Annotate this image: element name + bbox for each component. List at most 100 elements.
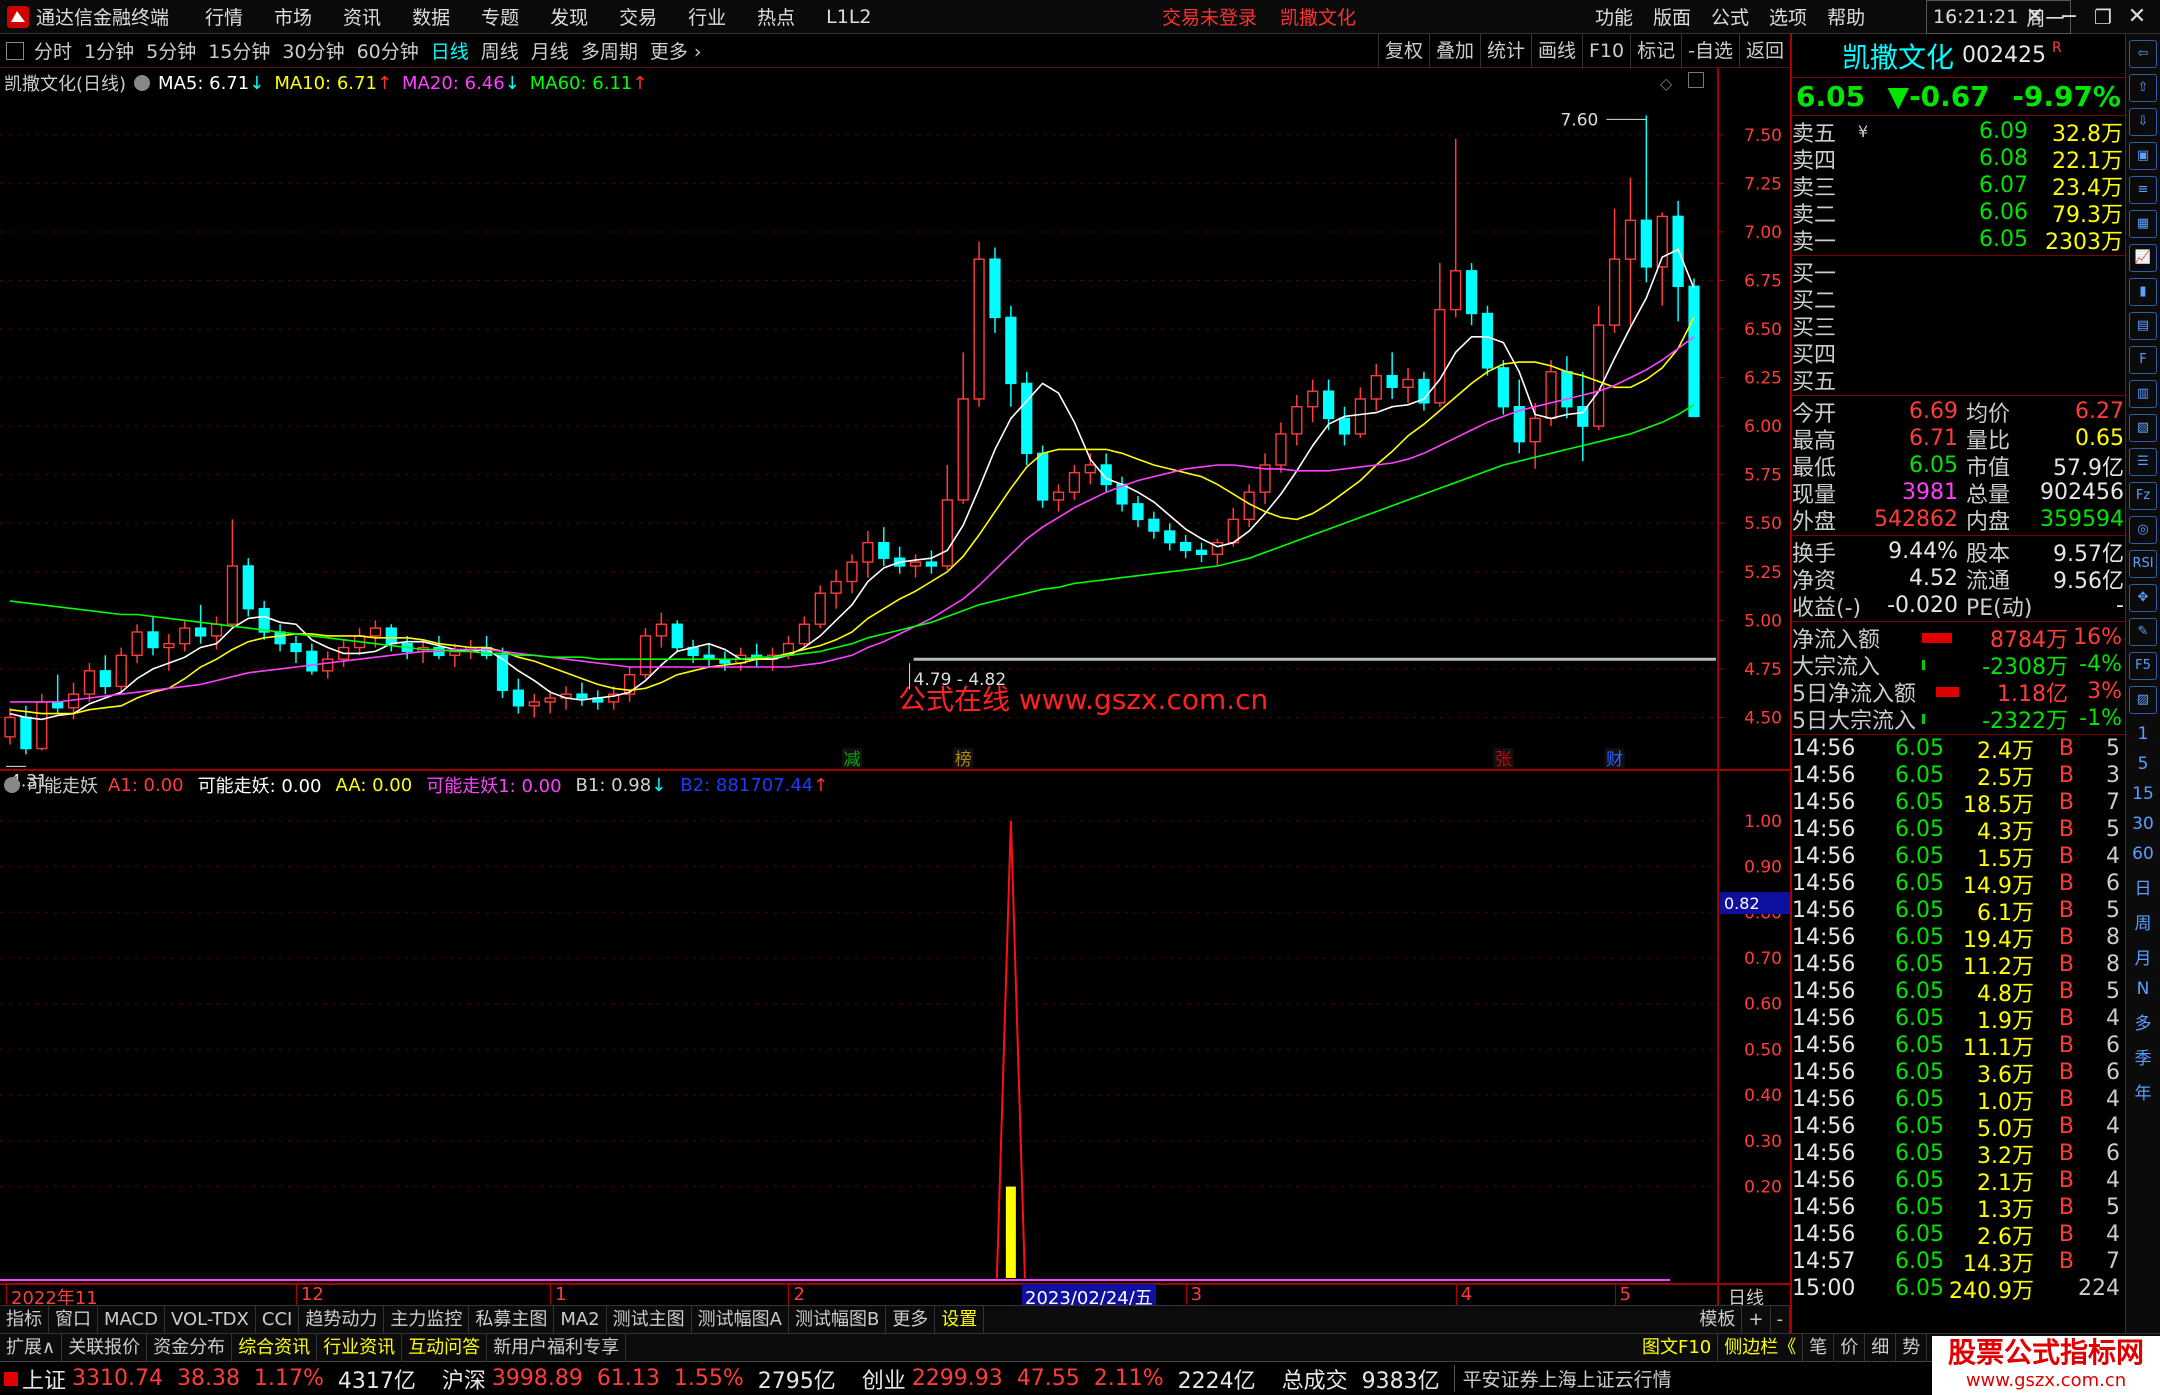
menu-item[interactable]: 专题 [481, 3, 519, 30]
menu-item[interactable]: 选项 [1769, 3, 1807, 30]
trade-status[interactable]: 交易未登录 [1162, 3, 1257, 30]
bid-row[interactable]: 买三 [1792, 312, 2125, 341]
period-tab[interactable]: 周线 [481, 37, 519, 64]
chart-tool-button[interactable]: 返回 [1738, 34, 1790, 68]
extension-right-item[interactable]: 侧边栏《 [1718, 1334, 1804, 1362]
period-tab[interactable]: 日线 [431, 37, 469, 64]
extension-right-item[interactable]: 细 [1865, 1334, 1897, 1362]
side-period[interactable]: 1 [2126, 724, 2160, 744]
indicator-tab[interactable]: 窗口 [49, 1305, 98, 1334]
menu-item[interactable]: 版面 [1653, 3, 1691, 30]
menu-item[interactable]: 行情 [205, 3, 243, 30]
menu-item[interactable]: 交易 [619, 3, 657, 30]
chart-tool-button[interactable]: 叠加 [1428, 34, 1480, 68]
period-tab[interactable]: 30分钟 [282, 37, 344, 64]
rsi-icon[interactable]: RSI [2129, 550, 2157, 578]
settings-dot-icon[interactable] [134, 75, 151, 91]
extension-item[interactable]: 扩展∧ [0, 1333, 63, 1362]
period-tab[interactable]: 60分钟 [357, 37, 419, 64]
tab-bar-button[interactable]: - [1771, 1306, 1790, 1334]
menu-item[interactable]: 数据 [412, 3, 450, 30]
extension-right-item[interactable]: 势 [1896, 1334, 1928, 1362]
side-period[interactable]: 30 [2126, 814, 2160, 834]
bar-chart-icon[interactable]: ▮ [2129, 278, 2157, 306]
menu-item[interactable]: 公式 [1711, 3, 1749, 30]
chart-icon[interactable]: Fz [2129, 482, 2157, 510]
indicator-tab[interactable]: VOL-TDX [165, 1305, 256, 1334]
extension-item[interactable]: 资金分布 [147, 1333, 233, 1362]
period-tab[interactable]: 分时 [34, 37, 72, 64]
indicator-tab[interactable]: MACD [98, 1305, 165, 1334]
side-period[interactable]: 日 [2126, 874, 2160, 899]
ask-row[interactable]: 卖二 6.06 79.3万 [1792, 199, 2125, 228]
menu-item[interactable]: 市场 [274, 3, 312, 30]
expand-icon[interactable] [1688, 72, 1704, 88]
chart-tool-button[interactable]: 统计 [1479, 34, 1531, 68]
period-tab[interactable]: 多周期 [581, 37, 638, 64]
indicator-tab[interactable]: CCI [256, 1305, 300, 1334]
side-period[interactable]: 年 [2126, 1079, 2160, 1104]
extension-item[interactable]: 行业资讯 [317, 1333, 403, 1362]
period-tab[interactable]: 15分钟 [208, 37, 270, 64]
chart-canvas[interactable]: 7.50 7.25 7.00 6.75 6.50 6.25 6.00 5.75 5.50 5.25… [0, 68, 1790, 1305]
pen-icon[interactable]: ✎ [2129, 618, 2157, 646]
f10-icon[interactable]: F [2129, 346, 2157, 374]
money-icon[interactable]: ◎ [2129, 516, 2157, 544]
extension-item[interactable]: 关联报价 [62, 1333, 148, 1362]
extension-right-item[interactable]: 价 [1834, 1334, 1866, 1362]
arrow-left-icon[interactable]: ⇦ [2129, 40, 2157, 68]
chart-tool-button[interactable]: F10 [1582, 34, 1630, 68]
copy-icon[interactable]: ▣ [2129, 142, 2157, 170]
chart-tool-button[interactable]: 复权 [1377, 34, 1429, 68]
period-tab[interactable]: 更多 › [650, 37, 702, 64]
chart-tool-button[interactable]: -自选 [1681, 34, 1739, 68]
indicator-tab[interactable]: MA2 [554, 1305, 607, 1334]
indicator-tab[interactable]: 测试主图 [607, 1305, 692, 1334]
menu-item[interactable]: 资讯 [343, 3, 381, 30]
menu-item[interactable]: 功能 [1595, 3, 1633, 30]
ask-row[interactable]: 卖四 6.08 22.1万 [1792, 145, 2125, 174]
ask-row[interactable]: 卖一 6.05 2303万 [1792, 226, 2125, 255]
ask-row[interactable]: 卖三 6.07 23.4万 [1792, 172, 2125, 201]
index-item[interactable]: 沪深 3998.89 61.13 1.55% 2795亿 [442, 1363, 862, 1395]
arrow-down-icon[interactable]: ⇩ [2129, 108, 2157, 136]
period-tab[interactable]: 5分钟 [146, 37, 196, 64]
news-icon[interactable]: ▤ [2129, 312, 2157, 340]
tab-bar-button[interactable]: 模板 [1693, 1306, 1743, 1334]
diamond-icon[interactable]: ◇ [1660, 74, 1672, 93]
side-period[interactable]: 月 [2126, 944, 2160, 969]
indicator-settings-icon[interactable] [4, 777, 20, 793]
side-period[interactable]: 15 [2126, 784, 2160, 804]
indicator-tab[interactable]: 私募主图 [469, 1305, 555, 1334]
move-icon[interactable]: ✥ [2129, 584, 2157, 612]
extension-item[interactable]: 新用户福利专享 [487, 1333, 627, 1362]
index-item[interactable]: 创业 2299.93 47.55 2.11% 2224亿 [862, 1363, 1282, 1395]
indicator-tab[interactable]: 指标 [0, 1305, 49, 1334]
panel-toggle-icon[interactable] [6, 41, 24, 60]
capital-icon[interactable]: ☰ [2129, 448, 2157, 476]
period-tab[interactable]: 1分钟 [84, 37, 134, 64]
extension-right-item[interactable]: 图文F10 [1636, 1334, 1719, 1362]
minimize-icon[interactable]: − [2052, 4, 2086, 29]
info-icon[interactable]: ▥ [2129, 380, 2157, 408]
f5-icon[interactable]: F5 [2129, 652, 2157, 680]
ask-row[interactable]: 卖五 ¥6.09 32.8万 [1792, 118, 2125, 147]
grid-icon[interactable]: ▦ [2129, 210, 2157, 238]
indicator-tab[interactable]: 更多 [886, 1305, 936, 1334]
window-close-icon[interactable]: ✕ [2120, 4, 2154, 29]
indicator-tab[interactable]: 测试幅图A [692, 1305, 789, 1334]
doc-icon[interactable]: ▧ [2129, 414, 2157, 442]
list-icon[interactable]: ≡ [2129, 176, 2157, 204]
bid-row[interactable]: 买二 [1792, 285, 2125, 314]
restore-icon[interactable]: ❐ [2086, 5, 2120, 29]
menu-item[interactable]: 行业 [688, 3, 726, 30]
menu-item[interactable]: 热点 [757, 3, 795, 30]
report-icon[interactable]: ▨ [2129, 686, 2157, 714]
side-period[interactable]: 季 [2126, 1044, 2160, 1069]
index-item[interactable]: 上证 3310.74 38.38 1.17% 4317亿 [4, 1363, 442, 1395]
side-period[interactable]: 5 [2126, 754, 2160, 774]
side-period[interactable]: 周 [2126, 909, 2160, 934]
chart-tool-button[interactable]: 画线 [1530, 34, 1582, 68]
arrow-up-icon[interactable]: ⇧ [2129, 74, 2157, 102]
tab-bar-button[interactable]: + [1742, 1306, 1771, 1334]
